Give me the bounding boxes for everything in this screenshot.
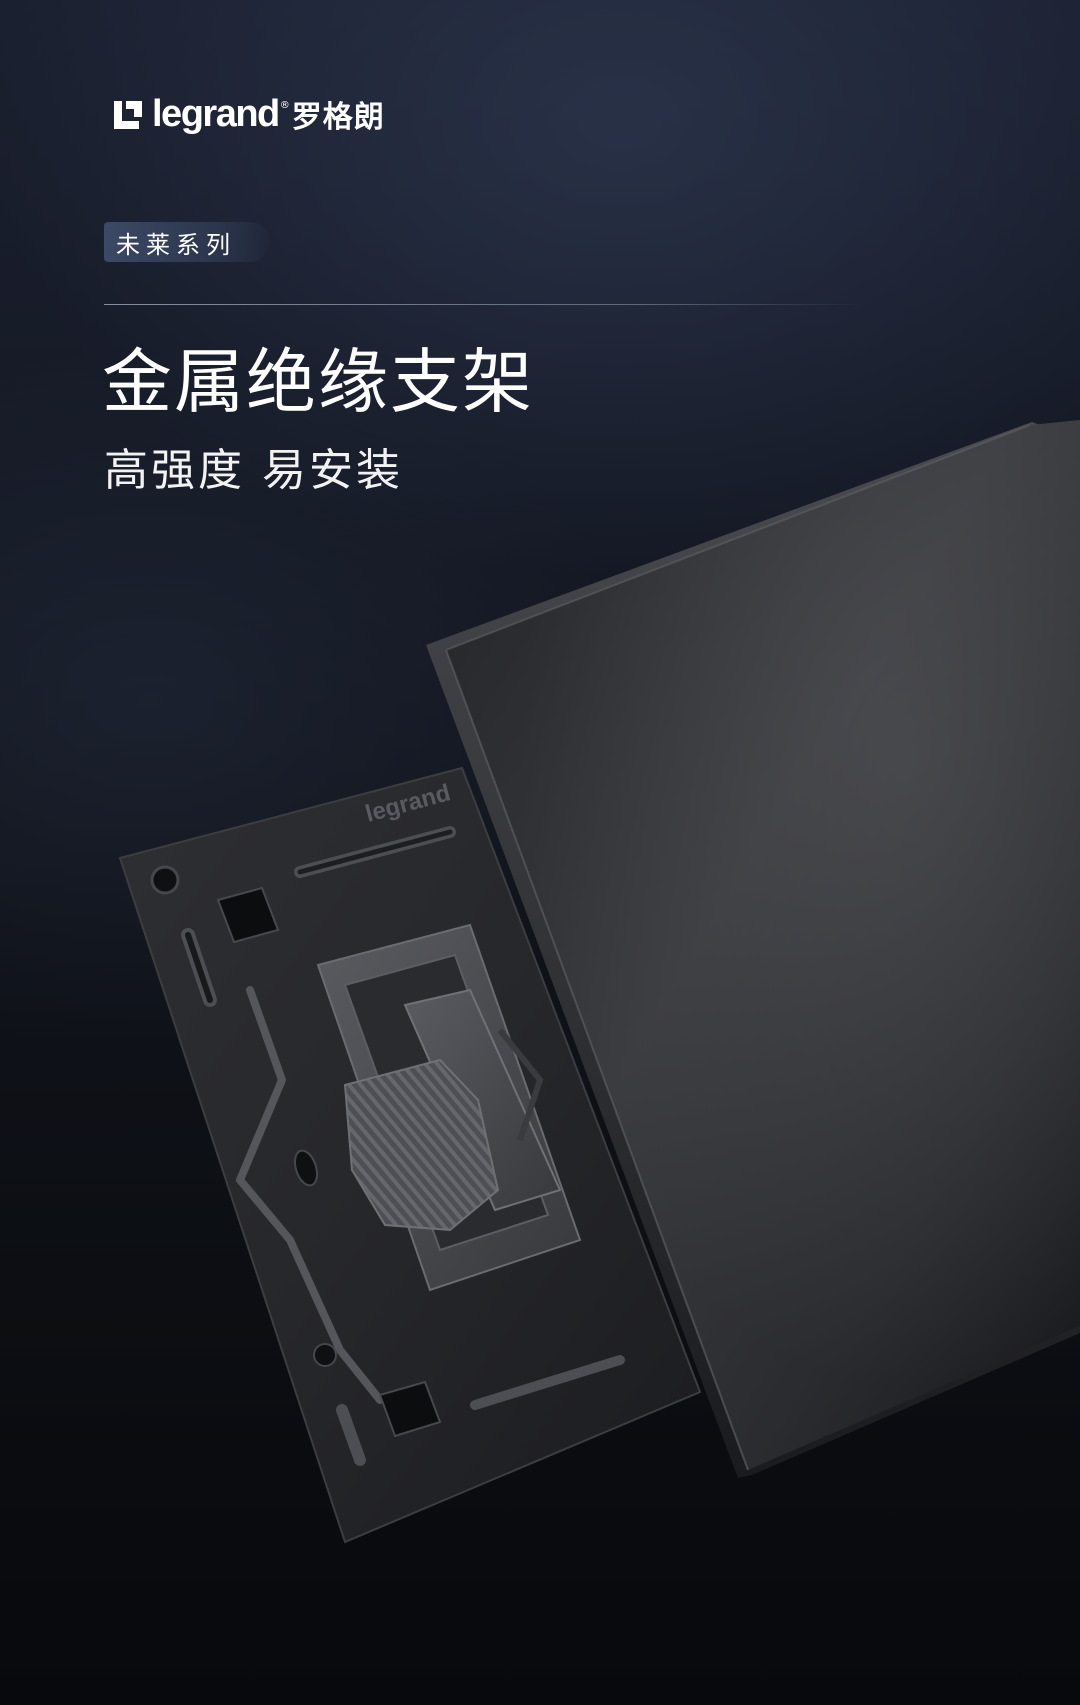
- poster-page: legrand ® 罗格朗 未莱系列 金属绝缘支架 高强度 易安装 legran…: [0, 0, 1080, 1705]
- product-image: legrand: [118, 420, 1080, 1544]
